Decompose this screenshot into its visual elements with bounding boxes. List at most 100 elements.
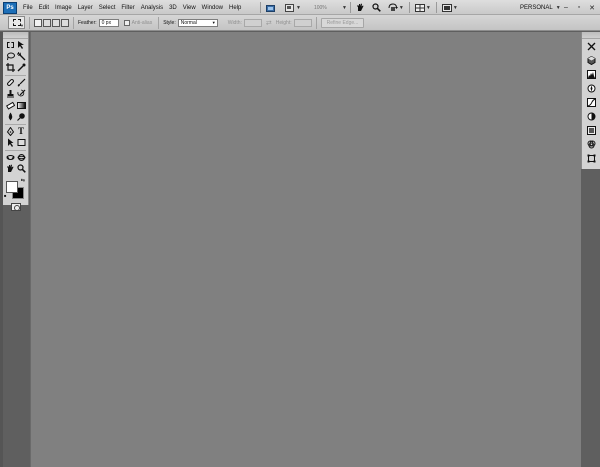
screen-mode-button[interactable]: ▼	[440, 2, 460, 13]
style-select[interactable]: Normal ▼	[177, 18, 218, 27]
channels-panel-button[interactable]	[582, 137, 600, 151]
tools-panel-grip[interactable]	[3, 32, 28, 39]
zoom-tool-icon[interactable]	[16, 163, 27, 174]
tools-panel-button[interactable]	[582, 39, 600, 53]
arrange-documents-button[interactable]: ▼	[413, 2, 433, 13]
intersect-selection-icon[interactable]	[61, 18, 69, 27]
brush-tool-icon[interactable]	[16, 77, 27, 88]
color-swatches: ⇆ ■	[3, 177, 28, 201]
blur-tool-icon[interactable]	[5, 111, 16, 122]
separator	[260, 2, 261, 13]
feather-input[interactable]: 0 px	[98, 18, 119, 27]
clone-stamp-tool-icon[interactable]	[5, 88, 16, 99]
adjustments-panel-button[interactable]	[582, 95, 600, 109]
rotate-view-button[interactable]: ▼	[386, 2, 406, 13]
separator	[315, 16, 317, 29]
chevron-down-icon[interactable]: ▼	[342, 5, 347, 11]
rotate-view-icon	[388, 3, 398, 11]
minimize-icon[interactable]: –	[561, 3, 571, 13]
menu-select[interactable]: Select	[96, 5, 119, 11]
dodge-tool-icon[interactable]	[16, 111, 27, 122]
paths-panel-button[interactable]	[582, 151, 600, 165]
path-selection-tool-icon[interactable]	[5, 137, 16, 148]
swap-colors-icon[interactable]: ⇆	[21, 178, 25, 184]
menu-file[interactable]: File	[20, 5, 36, 11]
menu-view[interactable]: View	[180, 5, 199, 11]
menu-filter[interactable]: Filter	[118, 5, 137, 11]
width-input[interactable]	[243, 18, 262, 27]
menu-window[interactable]: Window	[199, 5, 226, 11]
tools-panel: T ⇆ ■	[3, 32, 29, 211]
collapsed-panels	[581, 32, 600, 169]
separator	[435, 2, 437, 13]
minibridge-icon	[285, 3, 294, 12]
anti-alias-checkbox[interactable]	[123, 19, 130, 26]
lasso-tool-icon[interactable]	[5, 51, 16, 62]
height-input[interactable]	[293, 18, 312, 27]
paths-icon	[587, 154, 595, 162]
foreground-color-swatch[interactable]	[6, 180, 18, 193]
gradient-tool-icon[interactable]	[16, 100, 27, 111]
rectangle-tool-icon[interactable]	[16, 137, 27, 148]
eyedropper-tool-icon[interactable]	[16, 62, 27, 73]
quick-selection-tool-icon[interactable]	[16, 51, 27, 62]
zoom-level-field[interactable]: 100%	[311, 3, 341, 12]
anti-alias-label: Anti-alias	[131, 19, 153, 26]
3d-orbit-tool-icon[interactable]	[16, 152, 27, 163]
menu-help[interactable]: Help	[226, 5, 244, 11]
zoom-tool-button[interactable]	[370, 2, 383, 13]
style-label: Style:	[163, 19, 176, 26]
refine-edge-button[interactable]: Refine Edge...	[320, 17, 365, 28]
menu-analysis[interactable]: Analysis	[138, 5, 166, 11]
masks-panel-button[interactable]	[582, 109, 600, 123]
move-tool-icon[interactable]	[16, 39, 27, 50]
main-menu: File Edit Image Layer Select Filter Anal…	[20, 0, 244, 15]
spot-healing-brush-tool-icon[interactable]	[5, 77, 16, 88]
menu-layer[interactable]: Layer	[75, 5, 96, 11]
document-workspace[interactable]	[30, 32, 581, 467]
menu-3d[interactable]: 3D	[166, 5, 180, 11]
type-tool-icon[interactable]: T	[16, 126, 27, 137]
menu-image[interactable]: Image	[52, 5, 75, 11]
hand-tool-button[interactable]	[354, 2, 367, 13]
height-label: Height:	[275, 19, 292, 26]
separator	[5, 74, 26, 76]
3d-rotate-tool-icon[interactable]	[5, 152, 16, 163]
launch-minibridge-button[interactable]: ▼	[283, 2, 303, 13]
quick-mask-button[interactable]	[3, 202, 28, 211]
swap-width-height-icon[interactable]: ⇄	[266, 19, 272, 27]
selection-mode-buttons	[34, 18, 69, 27]
3d-panel-button[interactable]	[582, 53, 600, 67]
default-colors-icon[interactable]: ■	[4, 193, 6, 198]
new-selection-icon[interactable]	[34, 18, 42, 27]
histogram-panel-button[interactable]	[582, 67, 600, 81]
add-to-selection-icon[interactable]	[43, 18, 51, 27]
arrange-documents-icon	[414, 3, 425, 12]
navigator-icon	[587, 84, 595, 92]
right-dock	[581, 32, 600, 467]
rectangular-marquee-tool-icon[interactable]	[5, 39, 16, 50]
close-icon[interactable]: ✕	[587, 3, 597, 13]
photoshop-logo-icon[interactable]: Ps	[3, 2, 17, 14]
restore-icon[interactable]: ▫	[574, 3, 584, 13]
panel-dock-grip[interactable]	[582, 32, 600, 39]
chevron-down-icon: ▼	[211, 20, 216, 25]
adjustments-icon	[586, 97, 596, 107]
eraser-tool-icon[interactable]	[5, 100, 16, 111]
pen-tool-icon[interactable]	[5, 126, 16, 137]
crop-tool-icon[interactable]	[5, 62, 16, 73]
tool-preset-picker[interactable]: ▼	[8, 16, 25, 29]
history-brush-tool-icon[interactable]	[16, 88, 27, 99]
layers-panel-button[interactable]	[582, 123, 600, 137]
subtract-from-selection-icon[interactable]	[52, 18, 60, 27]
histogram-icon	[586, 69, 596, 79]
3d-cube-icon	[587, 55, 595, 65]
menu-edit[interactable]: Edit	[36, 5, 52, 11]
launch-bridge-button[interactable]	[264, 2, 277, 13]
feather-label: Feather:	[78, 19, 97, 26]
navigator-panel-button[interactable]	[582, 81, 600, 95]
workspace-switcher[interactable]: PERSONAL ▼	[520, 2, 561, 13]
hand-tool-icon[interactable]	[5, 163, 16, 174]
quick-mask-icon	[10, 202, 21, 211]
chevron-down-icon: ▼	[20, 23, 24, 28]
